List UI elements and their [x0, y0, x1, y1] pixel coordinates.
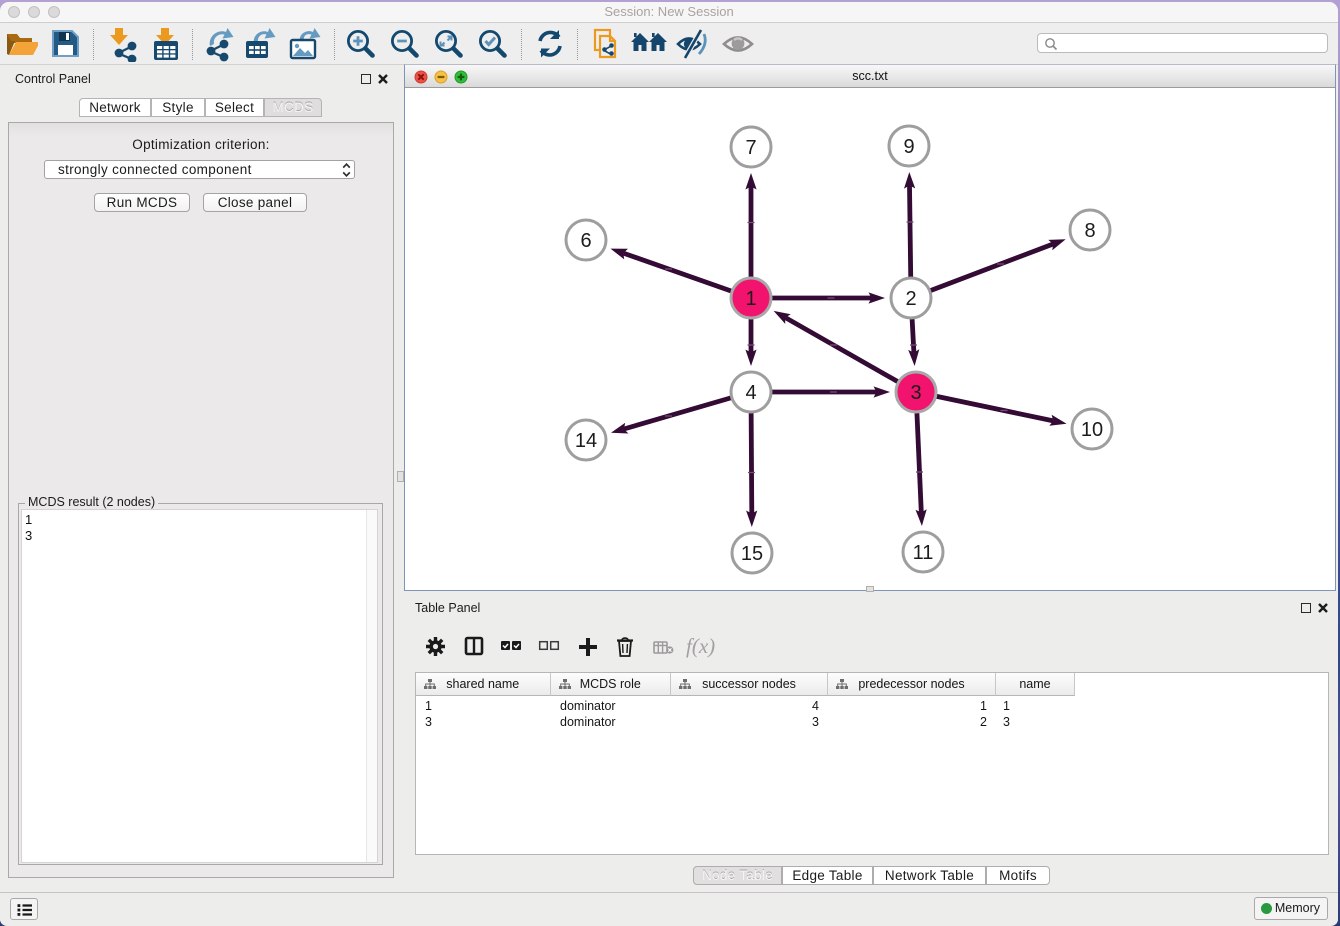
svg-text:7: 7 [745, 137, 756, 159]
svg-text:15: 15 [741, 543, 763, 565]
svg-text:4: 4 [745, 382, 756, 404]
svg-text:10: 10 [1081, 419, 1103, 441]
svg-text:6: 6 [580, 230, 591, 252]
svg-text:14: 14 [575, 430, 597, 452]
svg-text:1: 1 [745, 288, 756, 310]
svg-text:8: 8 [1084, 220, 1095, 242]
svg-text:9: 9 [903, 136, 914, 158]
svg-text:3: 3 [910, 382, 921, 404]
svg-text:2: 2 [905, 288, 916, 310]
svg-text:11: 11 [913, 542, 934, 564]
